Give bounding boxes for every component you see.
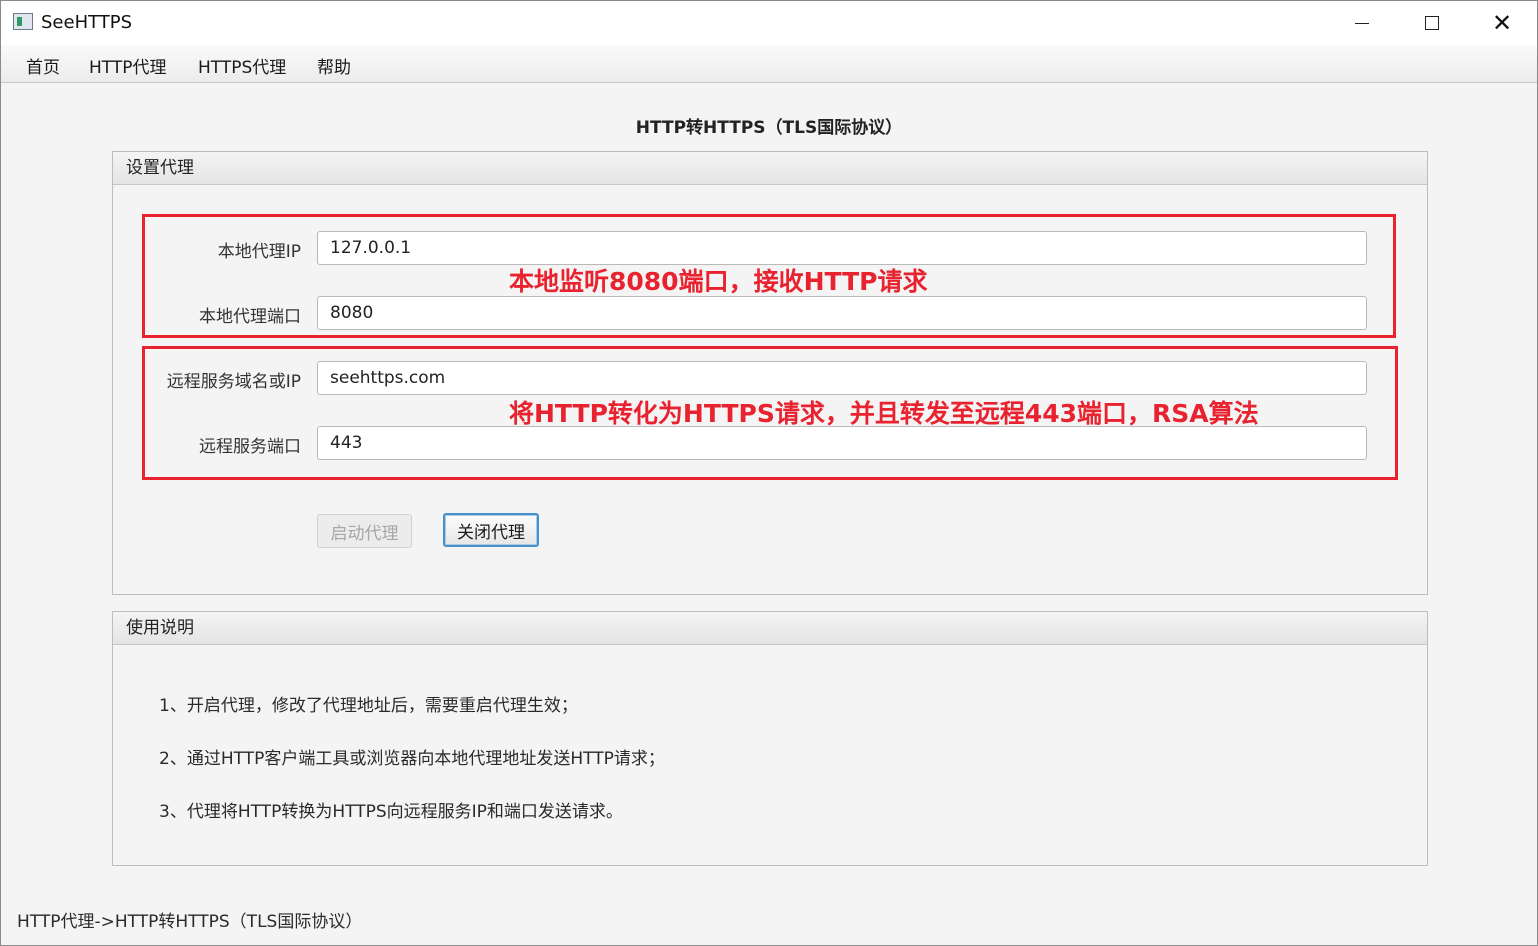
title-bar: SeeHTTPS ✕ — [1, 1, 1537, 45]
maximize-icon — [1425, 16, 1439, 30]
menu-help[interactable]: 帮助 — [317, 53, 351, 78]
close-icon: ✕ — [1491, 9, 1513, 37]
instruction-item: 2、通过HTTP客户端工具或浏览器向本地代理地址发送HTTP请求； — [159, 749, 665, 769]
app-window: SeeHTTPS ✕ 首页 HTTP代理 HTTPS代理 帮助 HTTP转HTT… — [0, 0, 1538, 946]
instruction-item: 3、代理将HTTP转换为HTTPS向远程服务IP和端口发送请求。 — [159, 802, 623, 822]
menu-https-proxy[interactable]: HTTPS代理 — [198, 53, 286, 78]
stop-proxy-button[interactable]: 关闭代理 — [443, 513, 539, 547]
menu-http-proxy[interactable]: HTTP代理 — [89, 53, 167, 78]
menu-home[interactable]: 首页 — [26, 53, 60, 78]
proxy-settings-header: 设置代理 — [113, 152, 1427, 185]
window-title: SeeHTTPS — [41, 12, 133, 33]
app-icon — [13, 13, 33, 30]
minimize-button[interactable] — [1327, 1, 1397, 45]
start-proxy-button[interactable]: 启动代理 — [317, 514, 412, 548]
page-title: HTTP转HTTPS（TLS国际协议） — [635, 118, 903, 138]
instructions-header: 使用说明 — [113, 612, 1427, 645]
instructions-panel: 使用说明 — [112, 611, 1428, 866]
local-annotation-text: 本地监听8080端口，接收HTTP请求 — [509, 267, 928, 296]
minimize-icon — [1355, 22, 1369, 24]
status-bar: HTTP代理->HTTP转HTTPS（TLS国际协议） — [17, 912, 363, 932]
maximize-button[interactable] — [1397, 1, 1467, 45]
menu-bar: 首页 HTTP代理 HTTPS代理 帮助 — [1, 45, 1537, 83]
instruction-item: 1、开启代理，修改了代理地址后，需要重启代理生效； — [159, 696, 578, 716]
close-button[interactable]: ✕ — [1467, 1, 1537, 45]
remote-annotation-text: 将HTTP转化为HTTPS请求，并且转发至远程443端口，RSA算法 — [509, 399, 1259, 428]
